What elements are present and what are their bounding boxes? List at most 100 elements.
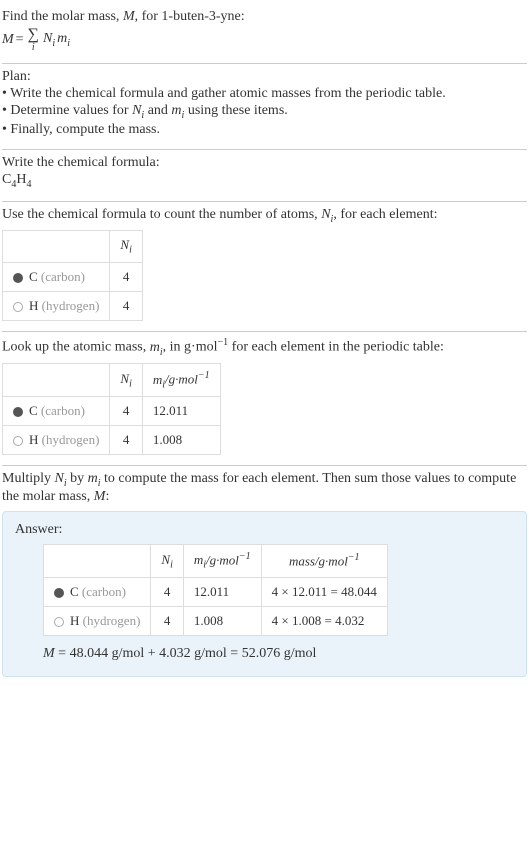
molar-mass-formula: M = ∑ i Nimi: [2, 27, 527, 53]
hydrogen-swatch-icon: [13, 302, 23, 312]
var-Ni: Ni: [132, 103, 144, 118]
text: m: [153, 372, 162, 387]
symbol: C: [29, 403, 38, 418]
text: N: [43, 31, 52, 46]
subscript: i: [67, 38, 70, 49]
subscript: i: [129, 245, 132, 256]
text: , in g·mol: [163, 340, 218, 355]
mass-table: Ni mi/g·mol−1 C (carbon) 4 12.011 H (hyd…: [2, 363, 221, 455]
text: by: [67, 471, 88, 486]
col-Ni: Ni: [151, 545, 183, 578]
plan-section: Plan: • Write the chemical formula and g…: [2, 64, 527, 150]
cell-Ni: 4: [151, 578, 183, 607]
cell-mi: 1.008: [183, 607, 261, 636]
unit: /g·mol: [165, 372, 198, 387]
var-M: M: [94, 489, 106, 504]
element-name: (hydrogen): [42, 298, 100, 313]
count-H: 4: [26, 179, 31, 190]
answer-box: Answer: Ni mi/g·mol−1 mass/g·mol−1 C (ca…: [2, 511, 527, 677]
col-Ni: Ni: [110, 364, 142, 397]
table-row: H (hydrogen) 4 1.008: [3, 426, 221, 455]
text: m: [88, 471, 98, 486]
carbon-swatch-icon: [13, 273, 23, 283]
chemical-formula: C4H4: [2, 172, 527, 190]
cell-Ni: 4: [110, 291, 142, 320]
var-mi: mi: [150, 340, 163, 355]
cell-element: H (hydrogen): [44, 607, 151, 636]
element-name: (hydrogen): [42, 432, 100, 447]
subscript: i: [129, 379, 132, 390]
col-element: [3, 231, 110, 263]
symbol: H: [29, 432, 38, 447]
hydrogen-swatch-icon: [13, 436, 23, 446]
var-M: M: [2, 32, 14, 48]
col-element: [44, 545, 151, 578]
atomic-mass-section: Look up the atomic mass, mi, in g·mol−1 …: [2, 332, 527, 466]
var-Ni: Ni: [55, 471, 67, 486]
equals: =: [16, 32, 24, 48]
text: N: [120, 237, 129, 252]
text: , for 1-buten-3-yne:: [135, 9, 245, 24]
exp: −1: [239, 551, 251, 562]
text: • Determine values for: [2, 103, 132, 118]
plan-bullet-1: • Write the chemical formula and gather …: [2, 86, 527, 102]
cell-mi: 12.011: [183, 578, 261, 607]
count-atoms-section: Use the chemical formula to count the nu…: [2, 202, 527, 332]
cell-Ni: 4: [110, 262, 142, 291]
table-header-row: Ni mi/g·mol−1 mass/g·mol−1: [44, 545, 388, 578]
sigma-icon: ∑ i: [28, 27, 39, 53]
var-M: M: [123, 9, 135, 24]
table-header-row: Ni mi/g·mol−1: [3, 364, 221, 397]
element-name: (carbon): [41, 403, 85, 418]
mass-heading: Look up the atomic mass, mi, in g·mol−1 …: [2, 337, 527, 357]
cell-element: C (carbon): [3, 397, 110, 426]
hydrogen-swatch-icon: [54, 617, 64, 627]
col-Ni: Ni: [110, 231, 142, 263]
subscript: i: [52, 38, 55, 49]
table-row: C (carbon) 4 12.011: [3, 397, 221, 426]
cell-mass: 4 × 12.011 = 48.044: [261, 578, 387, 607]
var-mi: mi: [171, 103, 184, 118]
text: and: [144, 103, 171, 118]
problem-line-1: Find the molar mass, M, for 1-buten-3-yn…: [2, 9, 527, 25]
sigma-symbol: ∑: [28, 27, 39, 43]
chemical-formula-section: Write the chemical formula: C4H4: [2, 150, 527, 202]
col-element: [3, 364, 110, 397]
var-mi: mi: [88, 471, 101, 486]
table-row: H (hydrogen) 4 1.008 4 × 1.008 = 4.032: [44, 607, 388, 636]
table-row: C (carbon) 4: [3, 262, 143, 291]
carbon-swatch-icon: [13, 407, 23, 417]
element-name: (carbon): [41, 269, 85, 284]
final-value: = 48.044 g/mol + 4.032 g/mol = 52.076 g/…: [55, 646, 317, 661]
elem-H: H: [16, 172, 26, 187]
compute-section: Multiply Ni by mi to compute the mass fo…: [2, 466, 527, 687]
text: N: [321, 207, 330, 222]
text: for each element in the periodic table:: [228, 340, 444, 355]
col-mi: mi/g·mol−1: [183, 545, 261, 578]
text: Find the molar mass,: [2, 9, 123, 24]
unit: /g·mol: [206, 552, 239, 567]
table-header-row: Ni: [3, 231, 143, 263]
cell-mi: 1.008: [142, 426, 220, 455]
col-mass: mass/g·mol−1: [261, 545, 387, 578]
cell-Ni: 4: [110, 426, 142, 455]
text: m: [57, 31, 67, 46]
carbon-swatch-icon: [54, 588, 64, 598]
symbol: C: [70, 584, 79, 599]
cell-Ni: 4: [110, 397, 142, 426]
symbol: H: [70, 613, 79, 628]
text: using these items.: [184, 103, 287, 118]
table-row: C (carbon) 4 12.011 4 × 12.011 = 48.044: [44, 578, 388, 607]
text: m: [150, 340, 160, 355]
plan-bullet-3: • Finally, compute the mass.: [2, 122, 527, 138]
text: N: [55, 471, 64, 486]
cell-element: H (hydrogen): [3, 426, 110, 455]
elem-C: C: [2, 172, 11, 187]
var-Ni: Ni: [43, 31, 55, 49]
sigma-index: i: [32, 43, 35, 53]
count-table: Ni C (carbon) 4 H (hydrogen) 4: [2, 230, 143, 321]
cell-mi: 12.011: [142, 397, 220, 426]
cell-element: C (carbon): [3, 262, 110, 291]
final-result: M = 48.044 g/mol + 4.032 g/mol = 52.076 …: [43, 646, 514, 662]
problem-statement: Find the molar mass, M, for 1-buten-3-yn…: [2, 4, 527, 64]
